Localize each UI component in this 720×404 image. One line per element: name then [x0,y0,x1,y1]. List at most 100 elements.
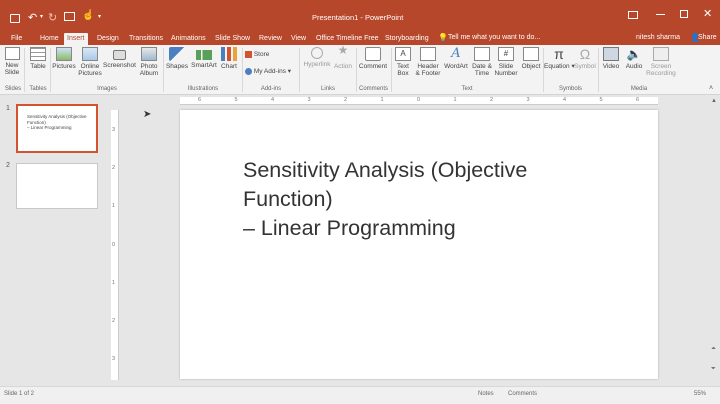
minimize-icon[interactable] [656,14,665,15]
next-slide-icon[interactable]: ⏷ [711,366,716,373]
store-button[interactable]: Store [245,51,275,58]
ribbon-display-options-icon[interactable] [628,11,638,19]
slide-title-line-2: Function) [243,187,333,211]
new-slide-icon [4,47,20,60]
ruler-tick-label: 2 [490,97,494,103]
slide-thumbnail-1[interactable]: Sensitivity Analysis (Objective Function… [16,104,98,153]
symbol-button[interactable]: Ω Symbol [573,47,597,70]
group-label-tables: Tables [29,86,47,92]
group-label-slides: Slides [4,86,22,92]
restore-icon[interactable] [680,10,688,18]
new-slide-button[interactable]: New Slide [3,47,21,76]
slide-number-button[interactable]: # Slide Number [494,47,518,77]
undo-icon[interactable]: ↶ [28,11,37,24]
my-addins-button[interactable]: My Add-ins ▾ [245,68,297,75]
redo-icon[interactable]: ↻ [48,11,57,24]
window-title: Presentation1 - PowerPoint [312,13,404,22]
object-icon [523,47,539,61]
undo-dropdown-icon[interactable]: ▾ [40,13,43,20]
ruler-tick-label: 1 [380,97,384,103]
vertical-scrollbar[interactable]: ▲ ⏶ ⏷ [708,96,720,386]
wordart-button[interactable]: A WordArt [442,46,470,71]
screenshot-button[interactable]: Screenshot [103,47,136,69]
ribbon-tabs: File Home Insert Design Transitions Anim… [0,32,720,45]
object-button[interactable]: Object [519,47,543,70]
tab-design[interactable]: Design [94,33,122,45]
zoom-level[interactable]: 55% [694,391,706,397]
ruler-tick-label: 3 [526,97,530,103]
comment-button[interactable]: Comment [357,47,389,70]
chart-icon [221,47,237,61]
smartart-button[interactable]: SmartArt [190,47,218,69]
photo-album-button[interactable]: Photo Album [138,47,160,77]
ruler-tick-label: 6 [636,97,640,103]
collapse-ribbon-icon[interactable]: ˄ [709,85,713,92]
tab-animations[interactable]: Animations [168,33,209,45]
touch-mode-icon[interactable]: ☝ [82,10,94,21]
ruler-tick-label: 5 [599,97,603,103]
user-name[interactable]: nitesh sharma [636,34,680,41]
hyperlink-button[interactable]: Hyperlink [302,47,332,68]
chart-button[interactable]: Chart [219,47,239,70]
text-box-button[interactable]: A Text Box [393,47,413,77]
ruler-tick-label: 0 [112,241,116,248]
online-pictures-icon [82,47,98,61]
start-from-beginning-icon[interactable] [64,12,75,21]
screen-recording-button[interactable]: Screen Recording [645,47,677,77]
save-icon[interactable] [10,14,20,23]
close-icon[interactable]: ✕ [703,7,712,20]
slide-text-placeholder[interactable]: Sensitivity Analysis (Objective Function… [243,156,643,243]
scroll-up-icon[interactable]: ▲ [711,98,717,104]
pictures-button[interactable]: Pictures [52,47,76,70]
ruler-tick-label: 1 [112,203,116,210]
comment-icon [365,47,381,61]
table-button[interactable]: Table [28,47,48,70]
slide-canvas[interactable]: Sensitivity Analysis (Objective Function… [180,110,658,379]
action-button[interactable]: ★ Action [332,43,354,70]
slide-thumbnail-2[interactable] [16,163,98,209]
online-pictures-button[interactable]: Online Pictures [78,47,102,77]
slide-title-line-3: – Linear Programming [243,216,456,240]
action-icon: ★ [337,43,349,57]
slide-thumbnail-pane: 1 Sensitivity Analysis (Objective Functi… [0,96,108,386]
tab-storyboarding[interactable]: Storyboarding [382,33,432,45]
pictures-icon [56,47,72,61]
tab-home[interactable]: Home [37,33,62,45]
thumbnail-number: 1 [6,105,10,112]
horizontal-ruler: 6 5 4 3 2 1 0 1 2 3 4 5 6 [180,97,658,105]
group-label-links: Links [320,86,335,92]
previous-slide-icon[interactable]: ⏶ [711,346,716,353]
ruler-tick-label: 3 [307,97,311,103]
tab-insert[interactable]: Insert [64,33,88,45]
ruler-tick-label: 6 [198,97,202,103]
tab-slide-show[interactable]: Slide Show [212,33,253,45]
video-button[interactable]: Video [600,47,622,70]
tell-me-box[interactable]: Tell me what you want to do... [448,34,540,41]
date-time-button[interactable]: Date & Time [470,47,494,77]
vertical-ruler: 3 2 1 0 1 2 3 [111,110,119,380]
tab-transitions[interactable]: Transitions [126,33,166,45]
tab-view[interactable]: View [288,33,309,45]
ruler-tick-label: 3 [112,356,116,362]
share-button[interactable]: Share [698,34,717,41]
notes-button[interactable]: Notes [478,391,494,397]
mouse-cursor-icon: ➤ [143,109,152,120]
group-label-illustrations: Illustrations [187,86,219,92]
audio-button[interactable]: 🔈 Audio [623,47,645,70]
video-icon [603,47,619,61]
slide-title-line-1: Sensitivity Analysis (Objective [243,158,528,182]
customize-toolbar-icon[interactable]: ▾ [98,13,101,20]
screen-recording-icon [653,47,669,61]
group-label-media: Media [630,86,648,92]
tab-review[interactable]: Review [256,33,285,45]
ruler-tick-label: 0 [417,97,421,103]
wordart-icon: A [451,46,461,61]
ribbon-insert: New Slide Table Pictures Online Pictures S… [0,43,720,95]
shapes-button[interactable]: Shapes [165,47,189,70]
thumbnail-number: 2 [6,162,10,169]
hyperlink-icon [311,47,323,59]
tab-file[interactable]: File [8,33,25,45]
equation-button[interactable]: π Equation ▾ [544,47,575,70]
comments-button[interactable]: Comments [508,391,537,397]
header-footer-button[interactable]: Header & Footer [415,47,441,77]
